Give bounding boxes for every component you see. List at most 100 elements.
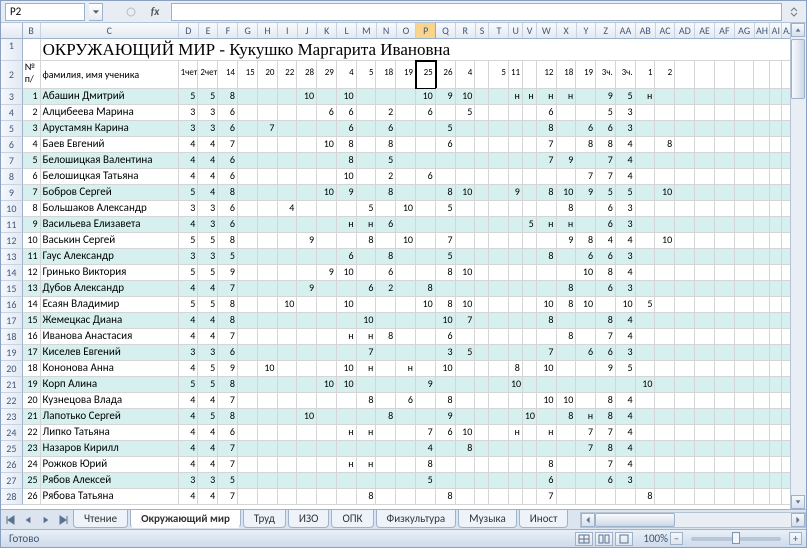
cell[interactable]	[695, 153, 715, 169]
grade-cell[interactable]	[238, 201, 258, 217]
cell[interactable]	[715, 297, 735, 313]
grade-cell[interactable]: 4	[616, 425, 636, 441]
grade-cell[interactable]	[416, 265, 436, 281]
cell[interactable]	[754, 61, 770, 89]
cell[interactable]	[715, 201, 735, 217]
grade-cell[interactable]: 10	[655, 185, 675, 201]
student-name[interactable]: Васильева Елизавета	[41, 217, 179, 233]
grade-cell[interactable]	[636, 281, 656, 297]
grade-cell[interactable]	[675, 121, 695, 137]
grade-cell[interactable]: н	[337, 217, 357, 233]
grade-cell[interactable]: 8	[218, 313, 238, 329]
row-header-22[interactable]: 22	[1, 393, 23, 409]
cell[interactable]	[754, 169, 770, 185]
row-header-7[interactable]: 7	[1, 153, 23, 169]
row-header-28[interactable]: 28	[1, 489, 23, 505]
cell[interactable]	[754, 393, 770, 409]
grade-cell[interactable]	[258, 153, 278, 169]
grade-cell[interactable]: 2	[376, 169, 396, 185]
grade-cell[interactable]	[596, 377, 616, 393]
grade-cell[interactable]	[456, 217, 476, 233]
grade-cell[interactable]	[636, 137, 656, 153]
column-header-AG[interactable]: AG	[735, 23, 755, 38]
grade-cell[interactable]	[523, 393, 537, 409]
column-header-M[interactable]: M	[357, 23, 377, 38]
grade-cell[interactable]	[675, 457, 695, 473]
grade-cell[interactable]	[509, 153, 523, 169]
column-header-P[interactable]: P	[416, 23, 436, 38]
grade-cell[interactable]: 6	[218, 153, 238, 169]
cell[interactable]	[715, 217, 735, 233]
cell[interactable]	[770, 105, 782, 121]
cell[interactable]	[695, 137, 715, 153]
cell[interactable]	[715, 345, 735, 361]
grade-cell[interactable]	[636, 457, 656, 473]
grade-cell[interactable]: 8	[376, 249, 396, 265]
grade-cell[interactable]: 9	[576, 185, 596, 201]
grade-cell[interactable]: 5	[436, 201, 456, 217]
grade-cell[interactable]	[436, 457, 456, 473]
grade-cell[interactable]: 7	[258, 121, 278, 137]
grade-cell[interactable]	[416, 489, 436, 505]
cell[interactable]	[735, 105, 755, 121]
row-num[interactable]: 2	[23, 105, 41, 121]
grade-cell[interactable]: 8	[596, 441, 616, 457]
grade-cell[interactable]	[238, 265, 258, 281]
row-header-19[interactable]: 19	[1, 345, 23, 361]
grade-cell[interactable]: 5	[218, 473, 238, 489]
grade-cell[interactable]	[376, 361, 396, 377]
row-num[interactable]: 7	[23, 185, 41, 201]
grade-cell[interactable]: 8	[218, 297, 238, 313]
grade-cell[interactable]	[576, 105, 596, 121]
grade-cell[interactable]	[317, 489, 337, 505]
grade-cell[interactable]: 6	[576, 345, 596, 361]
grade-cell[interactable]	[537, 281, 557, 297]
cell[interactable]	[715, 409, 735, 425]
grade-cell[interactable]: н	[509, 89, 523, 105]
grade-cell[interactable]: 10	[357, 313, 377, 329]
grade-cell[interactable]: 10	[576, 265, 596, 281]
grade-cell[interactable]	[509, 201, 523, 217]
student-name[interactable]: Гринько Виктория	[41, 265, 179, 281]
column-header-AF[interactable]: AF	[715, 23, 735, 38]
grade-cell[interactable]	[456, 281, 476, 297]
row-header-2[interactable]: 2	[1, 61, 23, 89]
row-header-4[interactable]: 4	[1, 105, 23, 121]
grade-cell[interactable]: 6	[218, 105, 238, 121]
grade-cell[interactable]: 5	[198, 233, 218, 249]
cell[interactable]	[770, 61, 782, 89]
grade-cell[interactable]: 10	[616, 297, 636, 313]
grade-cell[interactable]: 6	[376, 265, 396, 281]
grade-cell[interactable]: 8	[436, 489, 456, 505]
header-date-20[interactable]: 18	[557, 61, 577, 89]
cell[interactable]	[695, 361, 715, 377]
grade-cell[interactable]: 8	[376, 409, 396, 425]
grade-cell[interactable]	[655, 393, 675, 409]
grade-cell[interactable]	[523, 457, 537, 473]
grade-cell[interactable]: 7	[576, 425, 596, 441]
grade-cell[interactable]	[456, 409, 476, 425]
scroll-down-icon[interactable]	[791, 495, 805, 509]
grade-cell[interactable]	[509, 393, 523, 409]
grade-cell[interactable]	[655, 313, 675, 329]
grade-cell[interactable]: 6	[337, 121, 357, 137]
cell[interactable]	[695, 105, 715, 121]
grade-cell[interactable]	[278, 89, 298, 105]
header-date-4[interactable]: 20	[258, 61, 278, 89]
grade-cell[interactable]	[297, 249, 317, 265]
grade-cell[interactable]: 4	[416, 441, 436, 457]
grade-cell[interactable]	[357, 89, 377, 105]
cell[interactable]	[715, 313, 735, 329]
cell[interactable]	[695, 345, 715, 361]
grade-cell[interactable]: 4	[179, 281, 199, 297]
header-date-25[interactable]: 2	[655, 61, 675, 89]
column-header-AH[interactable]: AH	[755, 23, 771, 38]
grade-cell[interactable]: 5	[523, 217, 537, 233]
grade-cell[interactable]	[357, 105, 377, 121]
grade-cell[interactable]: 3	[198, 201, 218, 217]
row-num[interactable]: 6	[23, 169, 41, 185]
grade-cell[interactable]	[278, 361, 298, 377]
column-header-N[interactable]: N	[377, 23, 397, 38]
row-num[interactable]: 23	[23, 441, 41, 457]
cell[interactable]	[735, 201, 755, 217]
